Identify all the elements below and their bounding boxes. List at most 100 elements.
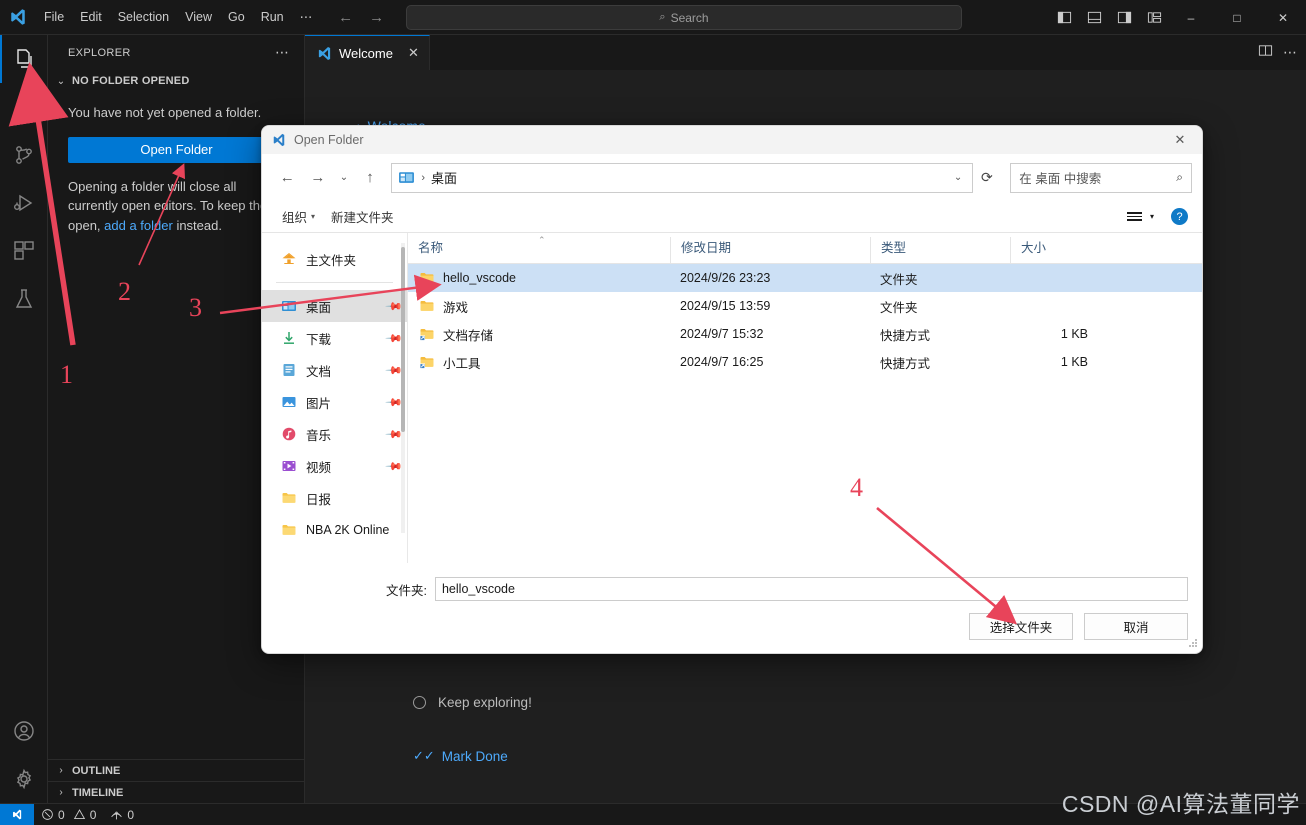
navpane-item-downloads[interactable]: 下载 📌 <box>262 322 407 354</box>
command-center-search[interactable]: ⌕ Search <box>406 5 962 30</box>
column-header-type[interactable]: 类型 <box>870 237 1010 263</box>
no-folder-opened-section[interactable]: ⌄ NO FOLDER OPENED <box>48 70 304 92</box>
view-mode-icon[interactable] <box>1126 212 1142 221</box>
menu-more[interactable]: ⋯ <box>292 0 321 35</box>
dialog-close-button[interactable]: ✕ <box>1158 126 1202 154</box>
folder-icon <box>280 490 297 507</box>
dialog-search-box[interactable]: 在 桌面 中搜索 ⌕ <box>1010 162 1192 193</box>
sidebar-footer: › OUTLINE › TIMELINE <box>48 759 304 803</box>
menu-go[interactable]: Go <box>220 0 253 35</box>
activity-run-debug[interactable] <box>0 179 48 227</box>
menu-bar[interactable]: File Edit Selection View Go Run ⋯ <box>36 0 320 35</box>
navpane-item-documents[interactable]: 文档 📌 <box>262 354 407 386</box>
file-list-header: 名称 修改日期 类型 大小 ⌃ <box>408 233 1202 264</box>
split-editor-icon[interactable] <box>1258 43 1273 63</box>
activity-testing[interactable] <box>0 275 48 323</box>
dialog-footer: 文件夹: hello_vscode 选择文件夹 取消 <box>262 563 1202 652</box>
menu-file[interactable]: File <box>36 0 72 35</box>
nav-forward-icon[interactable]: → <box>303 163 334 193</box>
resize-grip[interactable] <box>1188 639 1198 649</box>
menu-edit[interactable]: Edit <box>72 0 110 35</box>
keep-exploring-item[interactable]: Keep exploring! <box>413 695 532 710</box>
navpane-item-music[interactable]: 音乐 📌 <box>262 418 407 450</box>
activity-bar <box>0 35 48 803</box>
editor-more-icon[interactable]: ⋯ <box>1283 44 1298 61</box>
navpane-item-pictures[interactable]: 图片 📌 <box>262 386 407 418</box>
activity-source-control[interactable] <box>0 131 48 179</box>
open-folder-button[interactable]: Open Folder <box>68 136 285 163</box>
videos-icon <box>280 458 297 475</box>
vscode-logo-icon <box>272 133 286 147</box>
menu-selection[interactable]: Selection <box>110 0 177 35</box>
maximize-button[interactable]: □ <box>1214 0 1260 35</box>
cancel-button[interactable]: 取消 <box>1084 613 1188 640</box>
chevron-right-icon: › <box>59 787 63 798</box>
menu-run[interactable]: Run <box>253 0 292 35</box>
address-bar[interactable]: › 桌面 ⌄ <box>391 162 974 193</box>
navpane-item-desktop[interactable]: 桌面 📌 <box>262 290 407 322</box>
folder-name-input[interactable]: hello_vscode <box>434 577 1188 601</box>
nav-recent-locations-icon[interactable]: ⌄ <box>333 163 355 193</box>
file-type: 文件夹 <box>880 300 918 315</box>
activity-search[interactable] <box>0 83 48 131</box>
refresh-icon[interactable]: ⟳ <box>973 163 1000 193</box>
new-folder-button[interactable]: 新建文件夹 <box>323 207 402 226</box>
file-name: 游戏 <box>443 300 469 315</box>
navpane-scrollbar-thumb[interactable] <box>401 247 405 432</box>
chevron-down-icon: ⌄ <box>56 75 66 87</box>
file-row[interactable]: hello_vscode 2024/9/26 23:23 文件夹 <box>408 264 1202 292</box>
file-row[interactable]: 游戏 2024/9/15 13:59 文件夹 <box>408 292 1202 320</box>
minimize-button[interactable]: – <box>1168 0 1214 35</box>
activity-accounts[interactable] <box>0 707 48 755</box>
toggle-secondary-sidebar-icon[interactable] <box>1111 0 1137 35</box>
ports-status[interactable]: 0 <box>103 804 141 825</box>
nav-up-icon[interactable]: ↑ <box>355 163 386 193</box>
help-button[interactable]: ? <box>1171 208 1188 225</box>
double-check-icon: ✓✓ <box>413 748 435 763</box>
navpane-item-ribao[interactable]: 日报 <box>262 482 407 514</box>
tab-close-icon[interactable]: ✕ <box>408 45 419 61</box>
navpane-item-nba2k[interactable]: NBA 2K Online <box>262 514 407 546</box>
activity-explorer[interactable] <box>0 35 48 83</box>
outline-label: OUTLINE <box>72 764 121 777</box>
go-forward-icon[interactable]: → <box>369 9 384 26</box>
history-nav[interactable]: ← → <box>338 9 384 26</box>
pictures-icon <box>280 394 297 411</box>
column-header-date[interactable]: 修改日期 <box>670 237 870 263</box>
add-a-folder-link[interactable]: add a folder <box>104 218 173 233</box>
toggle-primary-sidebar-icon[interactable] <box>1051 0 1077 35</box>
organize-button[interactable]: 组织 ▾ <box>274 207 323 226</box>
activity-bar-bottom <box>0 707 48 803</box>
remote-window-button[interactable] <box>0 803 34 825</box>
go-back-icon[interactable]: ← <box>338 9 353 26</box>
address-dropdown-icon[interactable]: ⌄ <box>954 172 966 183</box>
layout-controls[interactable] <box>1051 0 1167 35</box>
timeline-label: TIMELINE <box>72 786 124 799</box>
address-path[interactable]: 桌面 <box>431 168 457 187</box>
customize-layout-icon[interactable] <box>1141 0 1167 35</box>
sidebar-item-outline[interactable]: › OUTLINE <box>48 759 304 781</box>
downloads-icon <box>280 330 297 347</box>
nav-back-icon[interactable]: ← <box>272 163 303 193</box>
sidebar-more-icon[interactable]: ⋯ <box>275 44 290 61</box>
caret-down-icon[interactable]: ▾ <box>1150 212 1154 221</box>
navpane-item-videos[interactable]: 视频 📌 <box>262 450 407 482</box>
navpane-item-home[interactable]: 主文件夹 <box>262 243 407 275</box>
select-folder-button[interactable]: 选择文件夹 <box>969 613 1073 640</box>
toggle-panel-icon[interactable] <box>1081 0 1107 35</box>
window-controls[interactable]: – □ ✕ <box>1168 0 1306 35</box>
sidebar-item-timeline[interactable]: › TIMELINE <box>48 781 304 803</box>
navpane-label: 下载 <box>306 332 332 347</box>
file-row[interactable]: 小工具 2024/9/7 16:25 快捷方式 1 KB <box>408 348 1202 376</box>
column-header-size[interactable]: 大小 <box>1010 237 1100 263</box>
close-window-button[interactable]: ✕ <box>1260 0 1306 35</box>
file-row[interactable]: 文档存储 2024/9/7 15:32 快捷方式 1 KB <box>408 320 1202 348</box>
dialog-toolbar: 组织 ▾ 新建文件夹 ▾ ? <box>262 201 1202 233</box>
mark-done-button[interactable]: ✓✓ Mark Done <box>413 748 508 764</box>
menu-view[interactable]: View <box>177 0 220 35</box>
tab-welcome[interactable]: Welcome ✕ <box>305 35 430 70</box>
activity-manage-settings[interactable] <box>0 755 48 803</box>
problems-status[interactable]: 0 0 <box>34 804 103 825</box>
watermark: CSDN @AI算法董同学 <box>1061 791 1300 817</box>
activity-extensions[interactable] <box>0 227 48 275</box>
